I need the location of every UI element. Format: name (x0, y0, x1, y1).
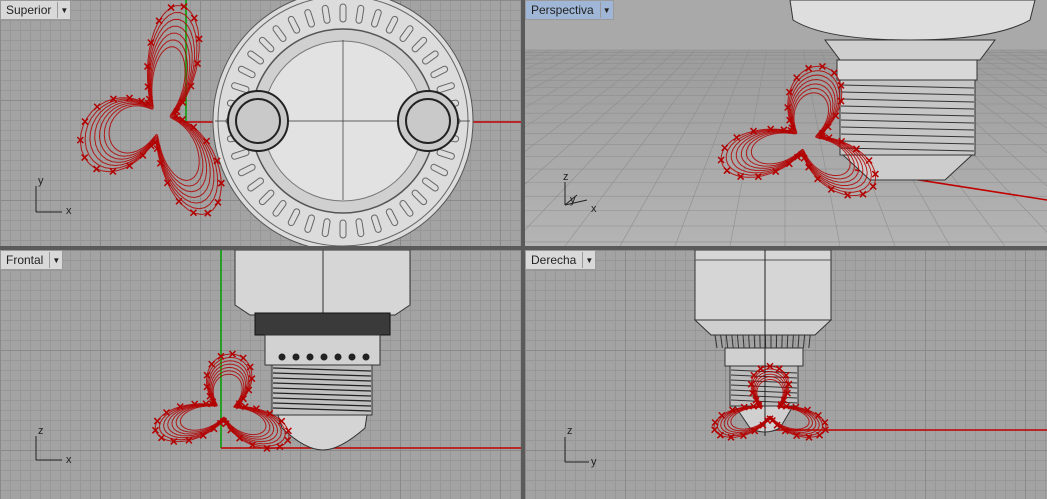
viewport-top[interactable]: Superior ▼ y x (0, 0, 521, 246)
axis-label-h: y (591, 456, 597, 468)
lamp-right-view (693, 250, 833, 436)
knot-curve-front (151, 350, 292, 452)
axis-label-h: y (570, 194, 576, 206)
axis-gizmo-right: z y (564, 425, 597, 468)
axis-gizmo-top: y x (35, 175, 72, 217)
axis-label-h: x (66, 454, 72, 466)
lamp-front-view (234, 250, 411, 451)
axis-label-v: z (38, 425, 44, 437)
axis-label-v: z (567, 425, 573, 437)
viewport-tab-perspective[interactable]: Perspectiva ▼ (525, 0, 614, 20)
axis-gizmo-front: z x (35, 425, 72, 466)
axis-label-h: x (66, 205, 72, 217)
knot-curve-top (76, 3, 225, 217)
dropdown-arrow-icon[interactable]: ▼ (49, 252, 62, 268)
axis-label-v: z (563, 171, 569, 183)
perspective-canvas: z y x (525, 0, 1047, 246)
viewport-perspective[interactable]: Perspectiva ▼ z y x (525, 0, 1047, 246)
viewport-tab-right[interactable]: Derecha ▼ (525, 250, 597, 270)
right-view-canvas: z y (564, 250, 1047, 468)
axis-label-x: x (591, 203, 597, 215)
axis-label-v: y (38, 175, 44, 187)
lamp-top-view (212, 0, 474, 246)
viewport-tab-top[interactable]: Superior ▼ (0, 0, 72, 20)
dropdown-arrow-icon[interactable]: ▼ (582, 252, 595, 268)
viewport-title: Perspectiva (531, 3, 594, 17)
top-view-canvas: y x (35, 0, 521, 246)
dropdown-arrow-icon[interactable]: ▼ (599, 2, 613, 18)
viewport-tab-front[interactable]: Frontal ▼ (0, 250, 64, 270)
viewport-title: Derecha (531, 253, 577, 267)
viewport-front[interactable]: Frontal ▼ z x (0, 250, 521, 499)
viewport-right[interactable]: Derecha ▼ z y (525, 250, 1047, 499)
viewport-splitter-horizontal[interactable] (0, 246, 1047, 250)
dropdown-arrow-icon[interactable]: ▼ (57, 2, 70, 18)
viewport-title: Superior (6, 3, 52, 17)
front-view-canvas: z x (35, 250, 521, 466)
viewport-title: Frontal (6, 253, 44, 267)
